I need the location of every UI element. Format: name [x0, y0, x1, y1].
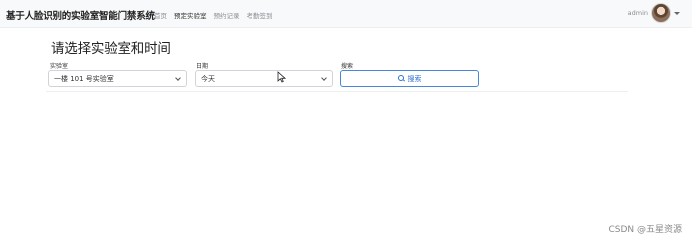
username[interactable]: admin — [628, 9, 648, 17]
top-navbar: 基于人脸识别的实验室智能门禁系统 首页 预定实验室 预约记录 考勤签到 admi… — [0, 0, 692, 28]
lab-label: 实验室 — [50, 63, 69, 70]
lab-select-value: 一楼 101 号实验室 — [54, 74, 114, 83]
chevron-down-icon[interactable] — [674, 11, 680, 15]
nav-link-home[interactable]: 首页 — [154, 10, 167, 20]
search-label: 搜索 — [341, 63, 354, 70]
mouse-cursor-icon — [277, 71, 286, 83]
date-label: 日期 — [196, 63, 209, 70]
date-select[interactable]: 今天 — [195, 70, 333, 87]
user-menu[interactable]: admin — [628, 3, 680, 23]
chevron-down-icon — [321, 75, 327, 81]
nav-link-reserve-lab[interactable]: 预定实验室 — [174, 10, 207, 20]
search-icon — [397, 75, 405, 82]
nav-links: 首页 预定实验室 预约记录 考勤签到 — [154, 10, 273, 20]
nav-link-attendance[interactable]: 考勤签到 — [247, 10, 273, 20]
avatar[interactable] — [651, 3, 671, 23]
divider — [46, 91, 628, 92]
watermark: CSDN @五星资源 — [608, 225, 682, 235]
date-select-value: 今天 — [201, 74, 215, 83]
search-button[interactable]: 搜索 — [340, 70, 479, 87]
app-brand[interactable]: 基于人脸识别的实验室智能门禁系统 — [6, 8, 155, 22]
page-title: 请选择实验室和时间 — [51, 41, 171, 57]
search-button-label: 搜索 — [407, 74, 422, 83]
nav-link-reservation-records[interactable]: 预约记录 — [214, 10, 240, 20]
chevron-down-icon — [175, 75, 181, 81]
lab-select[interactable]: 一楼 101 号实验室 — [48, 70, 187, 87]
